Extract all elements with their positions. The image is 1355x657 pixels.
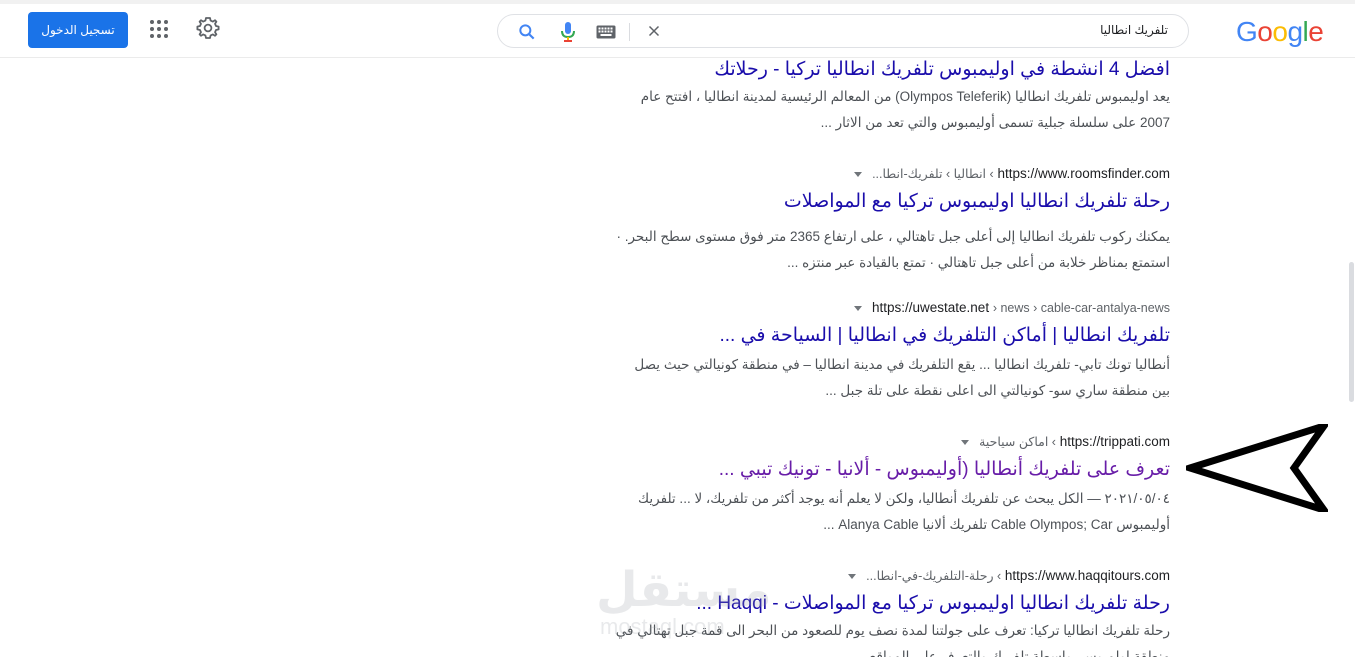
result-snippet: يمكنك ركوب تلفريك انطاليا إلى أعلى جبل ت… [570, 224, 1170, 276]
snippet-line: يعد اوليمبوس تلفريك انطاليا (Olympos Tel… [640, 89, 1170, 104]
chevron-down-icon[interactable] [854, 305, 863, 311]
search-icon[interactable] [517, 22, 537, 42]
top-edge [0, 0, 1355, 4]
snippet-line: يمكنك ركوب تلفريك انطاليا إلى أعلى جبل ت… [616, 229, 1170, 244]
result-snippet: أنطاليا تونك تابي- تلفريك انطاليا ... يق… [570, 352, 1170, 404]
arrow-pointer-icon [1186, 424, 1328, 512]
result-domain: https://www.roomsfinder.com [997, 166, 1170, 181]
watermark-url: mostaql.com [600, 614, 725, 639]
result-snippet: يعد اوليمبوس تلفريك انطاليا (Olympos Tel… [570, 84, 1170, 136]
result-url[interactable]: https://www.roomsfinder.com › انطاليا › … [854, 166, 1170, 181]
microphone-icon[interactable] [560, 21, 576, 43]
result-url[interactable]: https://trippati.com › اماكن سياحية [961, 434, 1170, 449]
top-bar: Google تلفريك انطاليا تسجيل الدخول [0, 0, 1355, 58]
result-domain: https://www.haqqitours.com [1004, 568, 1170, 583]
result-breadcrumb: › انطاليا › تلفريك-انطا... [872, 167, 994, 181]
snippet-line: أنطاليا تونك تابي- تلفريك انطاليا ... يق… [634, 357, 1170, 372]
keyboard-icon[interactable] [596, 25, 616, 39]
settings-icon[interactable] [196, 16, 220, 40]
result-title[interactable]: افضل 4 انشطة في اوليمبوس تلفريك انطاليا … [714, 58, 1170, 81]
result-snippet: ٢٠٢١/٠٥/٠٤ — الكل يبحث عن تلفريك أنطاليا… [570, 486, 1170, 538]
result-title[interactable]: تلفريك انطاليا | أماكن التلفريك في انطال… [719, 324, 1170, 347]
result-breadcrumb: › اماكن سياحية [979, 435, 1056, 449]
search-input[interactable]: تلفريك انطاليا [1100, 23, 1168, 37]
snippet-line: 2007 على سلسلة جبلية تسمى أوليمبوس والتي… [820, 115, 1170, 130]
snippet-line: استمتع بمناظر خلابة من أعلى جبل تاهتالي … [787, 255, 1170, 270]
result-title[interactable]: رحلة تلفريك انطاليا اوليمبوس تركيا مع ال… [784, 190, 1170, 213]
result-domain: https://trippati.com [1059, 434, 1170, 449]
search-divider [629, 23, 630, 41]
result-url[interactable]: https://uwestate.net › news › cable-car-… [854, 300, 1170, 315]
search-box[interactable]: تلفريك انطاليا [497, 14, 1189, 48]
watermark: مستقل mostaql.com [596, 562, 772, 652]
chevron-down-icon[interactable] [848, 573, 857, 579]
result-breadcrumb: › رحلة-التلفريك-في-انطا... [866, 569, 1002, 583]
result-domain: https://uwestate.net [872, 300, 990, 315]
chevron-down-icon[interactable] [961, 439, 970, 445]
apps-grid-icon[interactable] [149, 19, 169, 39]
result-url[interactable]: https://www.haqqitours.com › رحلة-التلفر… [848, 568, 1170, 583]
google-logo[interactable]: Google [1236, 16, 1324, 48]
result-breadcrumb: › news › cable-car-antalya-news [992, 301, 1170, 315]
snippet-line: ٢٠٢١/٠٥/٠٤ — الكل يبحث عن تلفريك أنطاليا… [638, 491, 1170, 506]
close-icon[interactable] [645, 22, 663, 40]
result-title[interactable]: تعرف على تلفريك أنطاليا (أوليمبوس - ألان… [719, 458, 1170, 481]
watermark-logo: مستقل [596, 564, 772, 617]
scrollbar-thumb[interactable] [1349, 262, 1354, 402]
snippet-line: بين منطقة ساري سو- كونيالتي الى اعلى نقط… [825, 383, 1170, 398]
snippet-line: أوليمبوس Cable Olympos; Car تلفريك ألاني… [823, 517, 1170, 532]
chevron-down-icon[interactable] [854, 171, 863, 177]
sign-in-button[interactable]: تسجيل الدخول [28, 12, 128, 48]
